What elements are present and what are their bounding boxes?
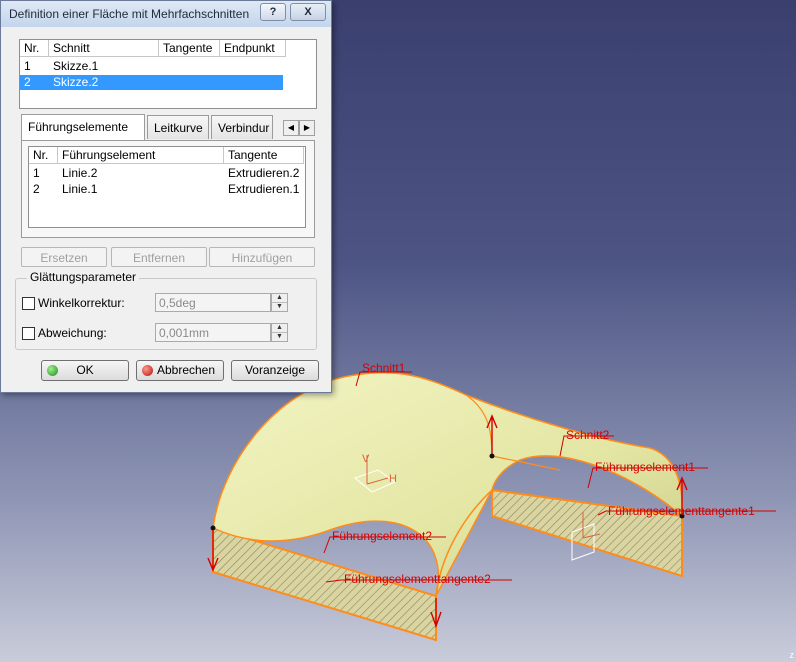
- col-tangente[interactable]: Tangente: [224, 147, 304, 164]
- label-fuehrung1: Führungselement1: [595, 460, 695, 474]
- label-schnitt2: Schnitt2: [566, 428, 610, 442]
- tab-verbindung[interactable]: Verbindur: [211, 115, 273, 139]
- deviation-spinner[interactable]: ▲ ▼: [271, 323, 288, 342]
- list-item[interactable]: 1 Linie.2 Extrudieren.2: [29, 166, 303, 181]
- col-nr[interactable]: Nr.: [29, 147, 58, 164]
- label-fuehrung2: Führungselement2: [332, 529, 432, 543]
- list-item-selected[interactable]: 2 Skizze.2: [20, 75, 283, 90]
- list-item[interactable]: 2 Linie.1 Extrudieren.1: [29, 182, 303, 197]
- add-button[interactable]: Hinzufügen: [209, 247, 315, 267]
- replace-button[interactable]: Ersetzen: [21, 247, 107, 267]
- label-schnitt1: Schnitt1: [362, 361, 406, 375]
- ok-icon: [47, 365, 58, 376]
- dialog-title: Definition einer Fläche mit Mehrfachschn…: [9, 7, 250, 21]
- back-wall: [491, 488, 683, 578]
- corner-label: z: [789, 650, 795, 660]
- tab-scroll-left-icon[interactable]: ◀: [283, 120, 299, 136]
- cancel-icon: [142, 365, 153, 376]
- smoothing-title: Glättungsparameter: [27, 270, 140, 284]
- axis-v-label: V: [362, 453, 370, 465]
- deviation-field[interactable]: 0,001mm: [155, 323, 271, 342]
- list-item[interactable]: 1 Skizze.1: [20, 59, 283, 74]
- tab-strip: Führungselemente Leitkurve Verbindur ◀ ▶: [21, 114, 315, 141]
- col-schnitt[interactable]: Schnitt: [49, 40, 159, 57]
- col-tangente[interactable]: Tangente: [159, 40, 220, 57]
- ok-button[interactable]: OK: [41, 360, 129, 381]
- angle-correction-checkbox[interactable]: [22, 297, 35, 310]
- deviation-label: Abweichung:: [38, 326, 107, 340]
- sections-list[interactable]: Nr. Schnitt Tangente Endpunkt 1 Skizze.1…: [19, 39, 317, 109]
- label-tangente1: Führungselementtangente1: [608, 504, 755, 518]
- axis-h-label: H: [389, 473, 397, 485]
- tab-scroll-right-icon[interactable]: ▶: [299, 120, 315, 136]
- tab-panel: Nr. Führungselement Tangente 1 Linie.2 E…: [21, 140, 315, 238]
- angle-correction-field[interactable]: 0,5deg: [155, 293, 271, 312]
- preview-button[interactable]: Voranzeige: [231, 360, 319, 381]
- title-bar[interactable]: Definition einer Fläche mit Mehrfachschn…: [1, 1, 331, 27]
- angle-correction-label: Winkelkorrektur:: [38, 296, 125, 310]
- guides-list[interactable]: Nr. Führungselement Tangente 1 Linie.2 E…: [28, 146, 306, 228]
- help-button[interactable]: ?: [260, 3, 286, 21]
- remove-button[interactable]: Entfernen: [111, 247, 207, 267]
- col-endpunkt[interactable]: Endpunkt: [220, 40, 286, 57]
- tab-leitkurve[interactable]: Leitkurve: [147, 115, 209, 139]
- col-nr[interactable]: Nr.: [20, 40, 49, 57]
- cancel-button[interactable]: Abbrechen: [136, 360, 224, 381]
- multi-section-surface-dialog: Definition einer Fläche mit Mehrfachschn…: [0, 0, 332, 393]
- col-fuehrungselement[interactable]: Führungselement: [58, 147, 224, 164]
- tab-fuehrungselemente[interactable]: Führungselemente: [21, 114, 145, 140]
- close-button[interactable]: X: [290, 3, 326, 21]
- angle-correction-spinner[interactable]: ▲ ▼: [271, 293, 288, 312]
- deviation-checkbox[interactable]: [22, 327, 35, 340]
- dialog-client: Nr. Schnitt Tangente Endpunkt 1 Skizze.1…: [5, 27, 327, 389]
- label-tangente2: Führungselementtangente2: [344, 572, 491, 586]
